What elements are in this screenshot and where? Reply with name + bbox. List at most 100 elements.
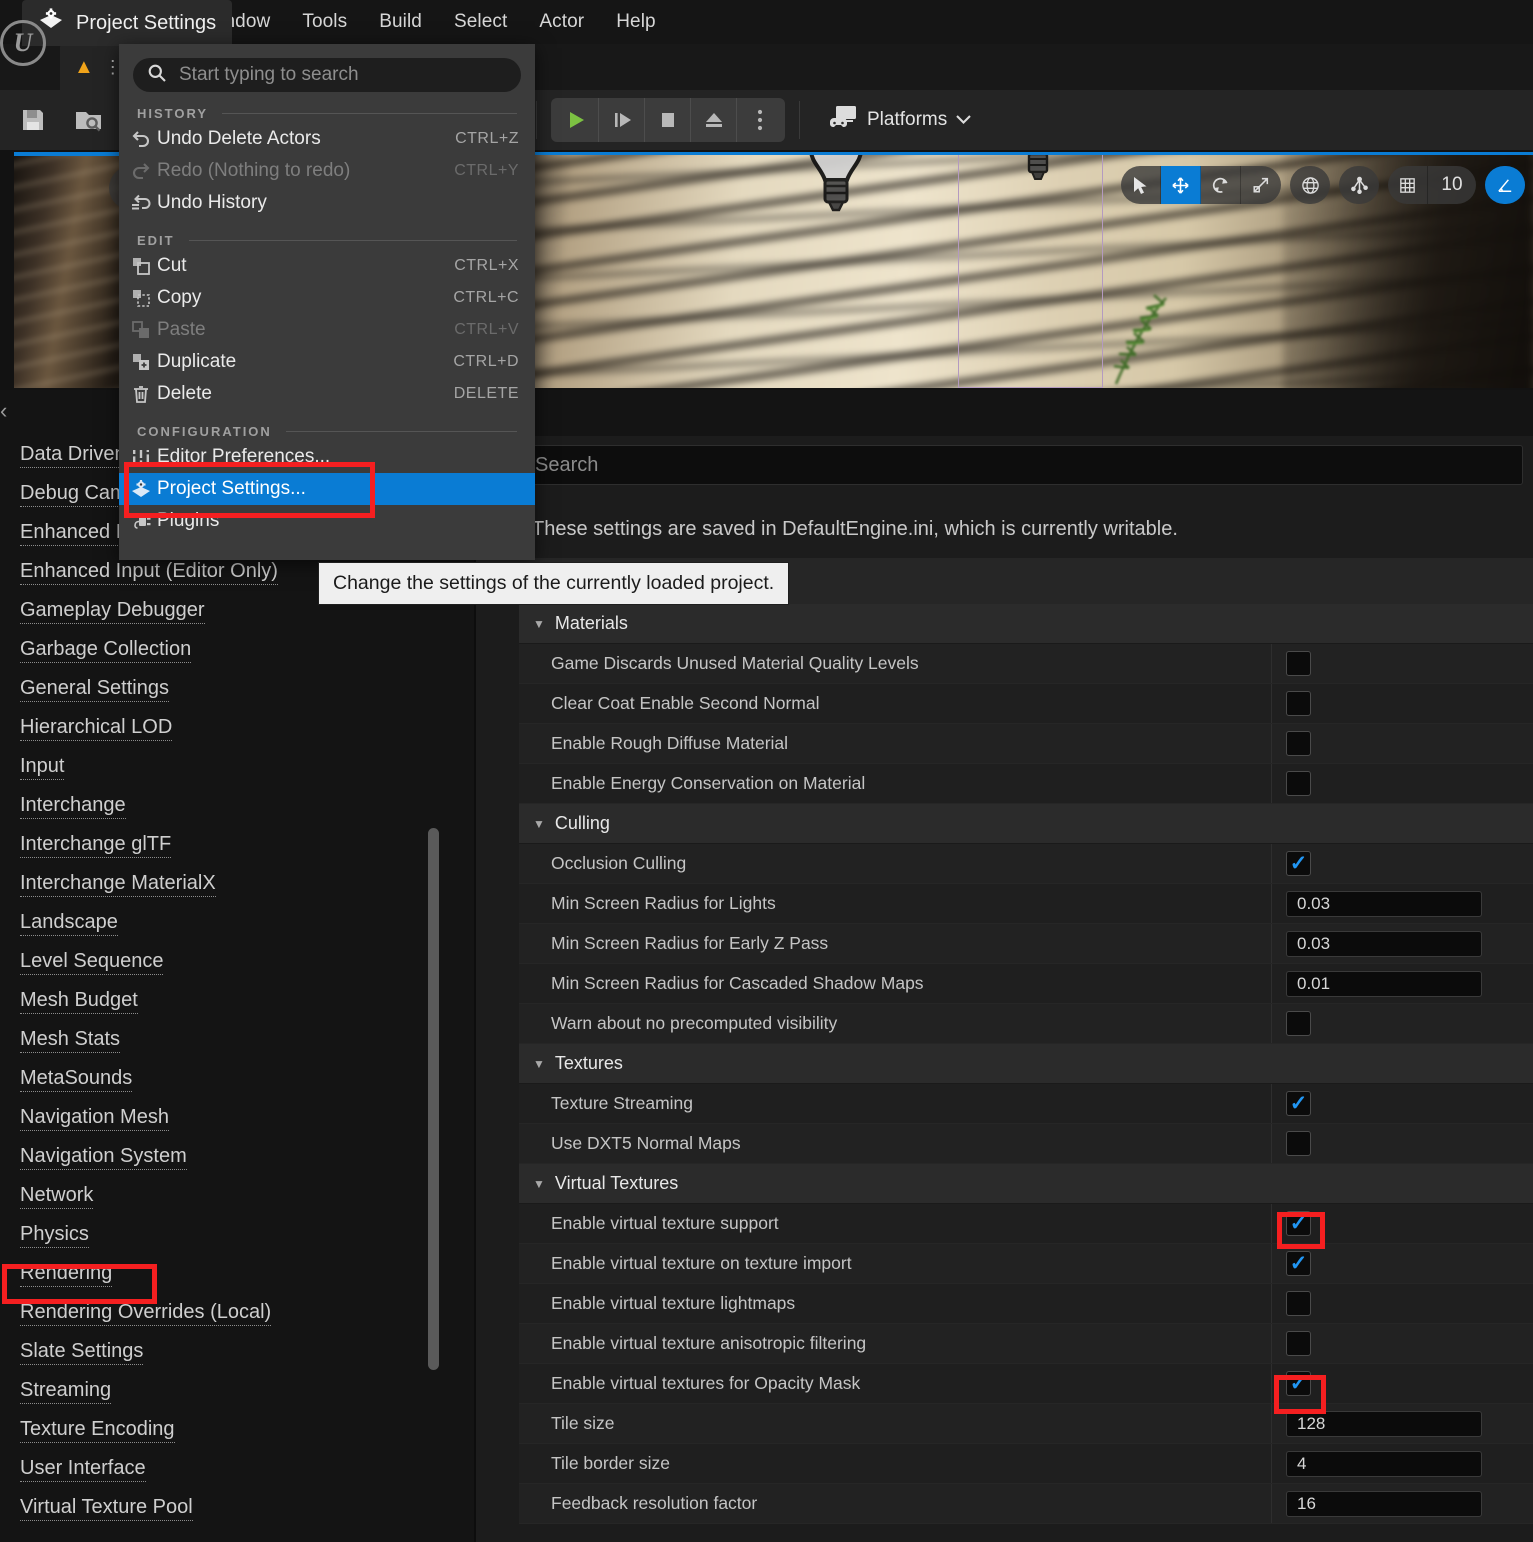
number-input[interactable]: 0.01 [1286,971,1482,997]
menu-item-duplicate[interactable]: DuplicateCTRL+D [119,346,535,378]
checkbox[interactable] [1286,651,1311,676]
category-header-culling[interactable]: ▼Culling [519,804,1533,844]
tab-overflow-arrow-icon[interactable]: ‹ [0,398,7,424]
menu-tools[interactable]: Tools [286,0,363,44]
menu-help[interactable]: Help [600,0,671,44]
sidebar-item-interchange-gltf[interactable]: Interchange glTF [0,826,474,865]
number-input[interactable]: 0.03 [1286,931,1482,957]
sidebar-item-physics[interactable]: Physics [0,1216,474,1255]
nav-scrollbar[interactable] [428,828,439,1370]
move-gizmo-icon[interactable] [1161,166,1201,204]
checkbox[interactable] [1286,1131,1311,1156]
menu-build[interactable]: Build [363,0,438,44]
property-label: Feedback resolution factor [519,1484,1272,1523]
step-icon[interactable] [599,98,645,142]
sidebar-item-interchange[interactable]: Interchange [0,787,474,826]
grid-snap-value[interactable]: 10 [1428,174,1476,196]
sidebar-item-rendering-overrides-local[interactable]: Rendering Overrides (Local) [0,1294,474,1333]
eject-icon[interactable] [691,98,737,142]
sidebar-item-navigation-system[interactable]: Navigation System [0,1138,474,1177]
menu-search-input[interactable]: Start typing to search [133,58,521,92]
transform-mode-group[interactable] [1121,166,1281,204]
ini-notice-row: These settings are saved in DefaultEngin… [476,500,1533,558]
sidebar-item-mesh-budget[interactable]: Mesh Budget [0,982,474,1021]
sidebar-item-landscape[interactable]: Landscape [0,904,474,943]
sidebar-item-virtual-texture-pool[interactable]: Virtual Texture Pool [0,1489,474,1528]
viewport-transform-toolbar[interactable]: 10 [1121,166,1525,204]
surface-snap-icon[interactable] [1339,166,1379,204]
number-input[interactable]: 128 [1286,1411,1482,1437]
number-input[interactable]: 4 [1286,1451,1482,1477]
menu-actor[interactable]: Actor [523,0,600,44]
number-input[interactable]: 16 [1286,1491,1482,1517]
search-input[interactable]: Search [490,445,1523,485]
sidebar-item-rendering[interactable]: Rendering [0,1255,474,1294]
category-header-textures[interactable]: ▼Textures [519,1044,1533,1084]
sidebar-item-metasounds[interactable]: MetaSounds [0,1060,474,1099]
sidebar-item-garbage-collection[interactable]: Garbage Collection [0,631,474,670]
checkbox[interactable] [1286,1331,1311,1356]
cursor-select-icon[interactable] [1121,166,1161,204]
sidebar-item-streaming[interactable]: Streaming [0,1372,474,1411]
play-controls-group[interactable] [551,98,785,142]
property-value-cell: 16 [1272,1484,1533,1523]
checkbox[interactable] [1286,771,1311,796]
edit-menu-dropdown[interactable]: Start typing to search HISTORYUndo Delet… [119,44,535,560]
chevron-down-icon[interactable]: ▼ [533,1057,545,1071]
sidebar-item-texture-encoding[interactable]: Texture Encoding [0,1411,474,1450]
chevron-down-icon[interactable]: ▼ [533,617,545,631]
unreal-engine-logo[interactable]: U [0,20,46,66]
coordinate-system-group[interactable] [1290,166,1330,204]
sidebar-item-mesh-stats[interactable]: Mesh Stats [0,1021,474,1060]
category-header-materials[interactable]: ▼Materials [519,604,1533,644]
tab-project-settings[interactable]: Project Settings [22,0,232,46]
platforms-button[interactable]: Platforms [814,98,983,142]
light-bulb-actor-icon[interactable] [805,152,867,228]
number-input[interactable]: 0.03 [1286,891,1482,917]
rotate-gizmo-icon[interactable] [1201,166,1241,204]
play-icon[interactable] [553,98,599,142]
grid-snap-group[interactable]: 10 [1388,166,1476,204]
checkbox[interactable]: ✓ [1286,1211,1311,1236]
menu-item-copy[interactable]: CopyCTRL+C [119,282,535,314]
checkbox[interactable] [1286,1291,1311,1316]
sidebar-item-slate-settings[interactable]: Slate Settings [0,1333,474,1372]
scale-gizmo-icon[interactable] [1241,166,1281,204]
chevron-down-icon[interactable]: ▼ [533,817,545,831]
world-coordinates-icon[interactable] [1290,166,1330,204]
sidebar-item-interchange-materialx[interactable]: Interchange MaterialX [0,865,474,904]
stop-icon[interactable] [645,98,691,142]
checkbox[interactable] [1286,731,1311,756]
menu-item-plugins[interactable]: Plugins [119,505,535,537]
menu-item-undo-history[interactable]: Undo History [119,187,535,219]
level-viewport[interactable]: 10 [533,152,1533,388]
sidebar-item-network[interactable]: Network [0,1177,474,1216]
checkbox[interactable] [1286,1011,1311,1036]
sidebar-item-input[interactable]: Input [0,748,474,787]
checkbox[interactable]: ✓ [1286,851,1311,876]
chevron-down-icon[interactable]: ▼ [533,1177,545,1191]
menu-item-undo-delete-actors[interactable]: Undo Delete ActorsCTRL+Z [119,123,535,155]
menu-item-editor-preferences[interactable]: Editor Preferences... [119,441,535,473]
checkbox[interactable]: ✓ [1286,1251,1311,1276]
sidebar-item-user-interface[interactable]: User Interface [0,1450,474,1489]
angle-snap-icon[interactable] [1485,166,1525,204]
checkbox[interactable]: ✓ [1286,1371,1311,1396]
content-browser-icon[interactable] [66,97,112,143]
category-header-virtual-textures[interactable]: ▼Virtual Textures [519,1164,1533,1204]
sidebar-item-hierarchical-lod[interactable]: Hierarchical LOD [0,709,474,748]
menu-item-delete[interactable]: DeleteDELETE [119,378,535,410]
angle-snap-group[interactable] [1485,166,1525,204]
surface-snap-group[interactable] [1339,166,1379,204]
more-vertical-icon[interactable] [737,98,783,142]
menu-item-cut[interactable]: CutCTRL+X [119,250,535,282]
checkbox[interactable] [1286,691,1311,716]
save-icon[interactable] [10,97,56,143]
checkbox[interactable]: ✓ [1286,1091,1311,1116]
menu-item-project-settings[interactable]: Project Settings... [119,473,535,505]
sidebar-item-level-sequence[interactable]: Level Sequence [0,943,474,982]
sidebar-item-general-settings[interactable]: General Settings [0,670,474,709]
sidebar-item-navigation-mesh[interactable]: Navigation Mesh [0,1099,474,1138]
grid-snap-icon[interactable] [1388,166,1428,204]
menu-select[interactable]: Select [438,0,523,44]
